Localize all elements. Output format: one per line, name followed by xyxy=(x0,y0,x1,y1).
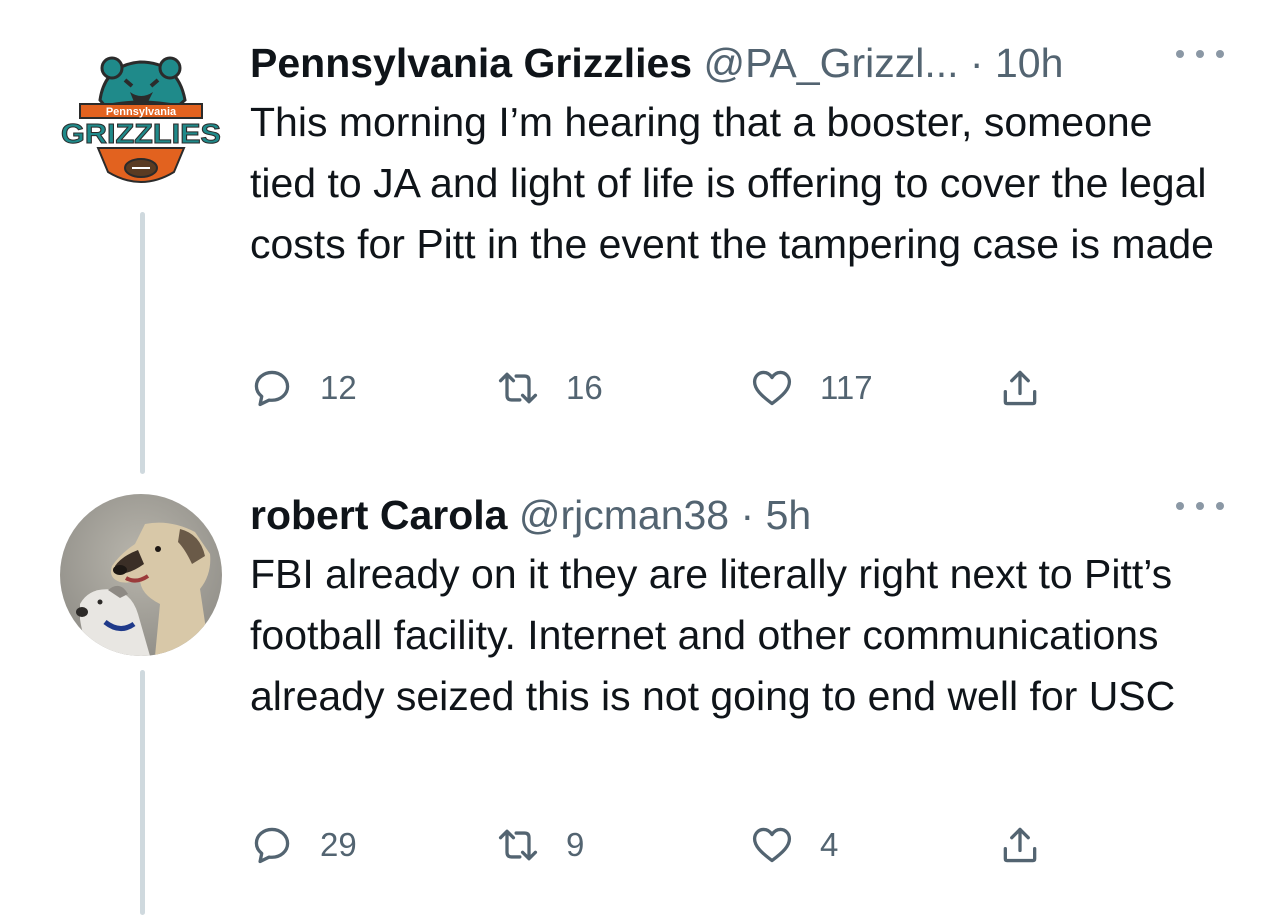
share-icon xyxy=(1003,827,1037,863)
display-name[interactable]: Pennsylvania Grizzlies xyxy=(250,40,692,86)
separator: · xyxy=(740,492,755,538)
retweet-icon xyxy=(498,372,538,404)
handle[interactable]: @PA_Grizzl... xyxy=(704,40,959,86)
thread-line xyxy=(140,212,145,474)
share-button[interactable] xyxy=(998,815,1042,875)
tweet-text: FBI already on it they are literally rig… xyxy=(250,551,1176,719)
tweet[interactable]: Pennsylvania GRIZZLIES Pennsylvania Griz… xyxy=(0,0,1284,474)
tweet-header: robert Carola @rjcman38 · 5h xyxy=(250,490,1224,540)
tweet[interactable]: robert Carola @rjcman38 · 5h FBI already… xyxy=(0,450,1284,915)
timestamp[interactable]: 5h xyxy=(766,492,812,538)
reply-count: 12 xyxy=(320,369,357,406)
reply-button[interactable]: 12 xyxy=(250,358,357,418)
grizzlies-logo: Pennsylvania GRIZZLIES xyxy=(60,40,222,202)
retweet-count: 9 xyxy=(566,826,585,863)
like-icon xyxy=(752,827,792,863)
separator: · xyxy=(969,40,984,86)
like-icon xyxy=(752,370,792,406)
reply-icon xyxy=(254,370,290,407)
reply-icon xyxy=(254,827,290,864)
more-icon[interactable] xyxy=(1176,44,1224,64)
reply-count: 29 xyxy=(320,826,357,863)
timestamp[interactable]: 10h xyxy=(995,40,1063,86)
like-count: 4 xyxy=(820,826,839,863)
thread-line-top xyxy=(140,450,145,460)
logo-big-text: GRIZZLIES xyxy=(61,118,221,149)
share-icon xyxy=(1003,370,1037,406)
like-count: 117 xyxy=(820,369,873,406)
more-icon[interactable] xyxy=(1176,496,1224,516)
retweet-count: 16 xyxy=(566,369,603,406)
avatar[interactable] xyxy=(60,494,222,656)
tweet-text: This morning I’m hearing that a booster,… xyxy=(250,99,1214,267)
retweet-icon xyxy=(498,829,538,861)
retweet-button[interactable]: 9 xyxy=(496,815,584,875)
dogs-photo xyxy=(60,494,222,656)
like-button[interactable]: 117 xyxy=(750,358,873,418)
share-button[interactable] xyxy=(998,358,1042,418)
handle[interactable]: @rjcman38 xyxy=(519,492,729,538)
display-name[interactable]: robert Carola xyxy=(250,492,507,538)
thread-line xyxy=(140,670,145,915)
tweet-header: Pennsylvania Grizzlies @PA_Grizzl... · 1… xyxy=(250,38,1224,88)
avatar[interactable]: Pennsylvania GRIZZLIES xyxy=(60,40,222,202)
retweet-button[interactable]: 16 xyxy=(496,358,603,418)
reply-button[interactable]: 29 xyxy=(250,815,357,875)
logo-small-text: Pennsylvania xyxy=(106,106,177,118)
like-button[interactable]: 4 xyxy=(750,815,838,875)
